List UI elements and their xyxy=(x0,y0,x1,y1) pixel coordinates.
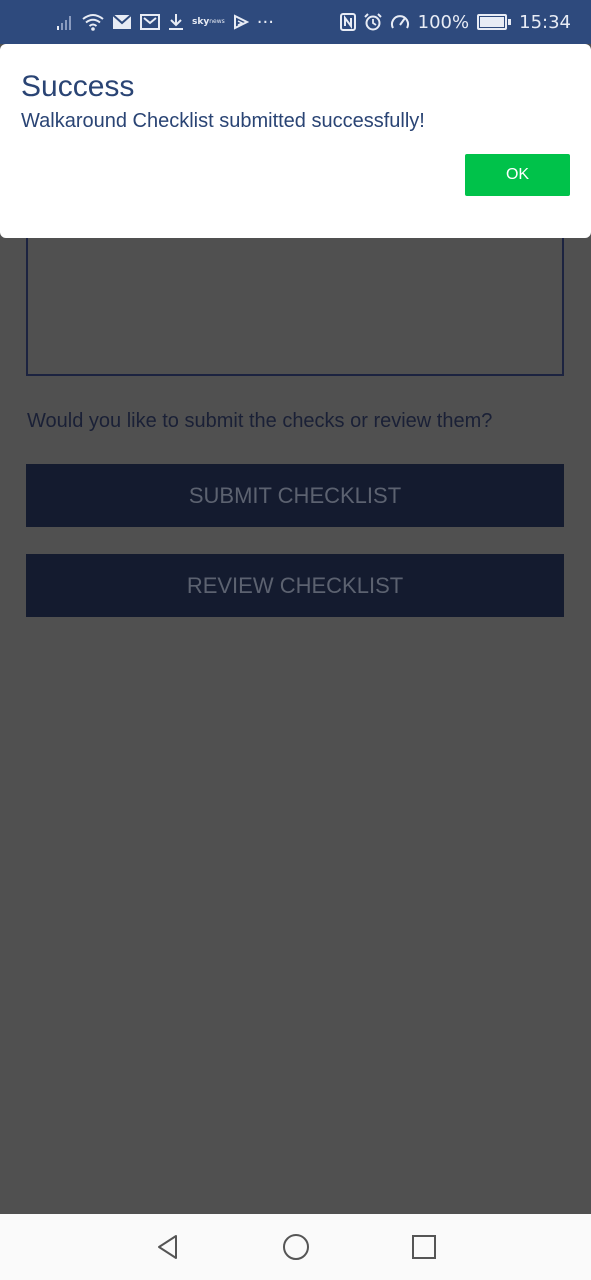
battery-percent: 100% xyxy=(417,11,470,33)
back-icon[interactable] xyxy=(148,1227,188,1267)
submit-checklist-button[interactable]: SUBMIT CHECKLIST xyxy=(26,464,564,527)
submit-prompt: Would you like to submit the checks or r… xyxy=(27,410,493,432)
play-icon xyxy=(233,14,249,30)
sky-label: sky xyxy=(192,17,210,27)
sky-sub-label: news xyxy=(209,18,225,25)
nfc-icon xyxy=(339,13,356,31)
dialog-message: Walkaround Checklist submitted successfu… xyxy=(21,110,425,132)
mail-icon xyxy=(112,14,132,30)
navigation-bar xyxy=(0,1214,591,1280)
status-left-icons: sky news ··· xyxy=(56,12,274,33)
ok-button[interactable]: OK xyxy=(465,154,570,196)
review-checklist-button[interactable]: REVIEW CHECKLIST xyxy=(26,554,564,617)
recents-icon[interactable] xyxy=(404,1227,444,1267)
speed-icon xyxy=(390,13,410,31)
clock: 15:34 xyxy=(519,11,571,33)
alarm-icon xyxy=(363,13,382,31)
battery-icon xyxy=(477,14,512,30)
home-icon[interactable] xyxy=(276,1227,316,1267)
signal-icon xyxy=(56,14,74,30)
dialog-title: Success xyxy=(21,70,135,103)
more-icon: ··· xyxy=(256,11,274,33)
status-bar: sky news ··· 100% 15:34 xyxy=(0,0,591,44)
download-icon xyxy=(168,13,184,31)
success-dialog: Success Walkaround Checklist submitted s… xyxy=(0,44,591,238)
gallery-mail-icon xyxy=(140,14,160,30)
status-right-icons: 100% 15:34 xyxy=(339,11,571,33)
wifi-icon xyxy=(82,13,104,31)
sky-news-icon: sky news xyxy=(192,17,225,27)
